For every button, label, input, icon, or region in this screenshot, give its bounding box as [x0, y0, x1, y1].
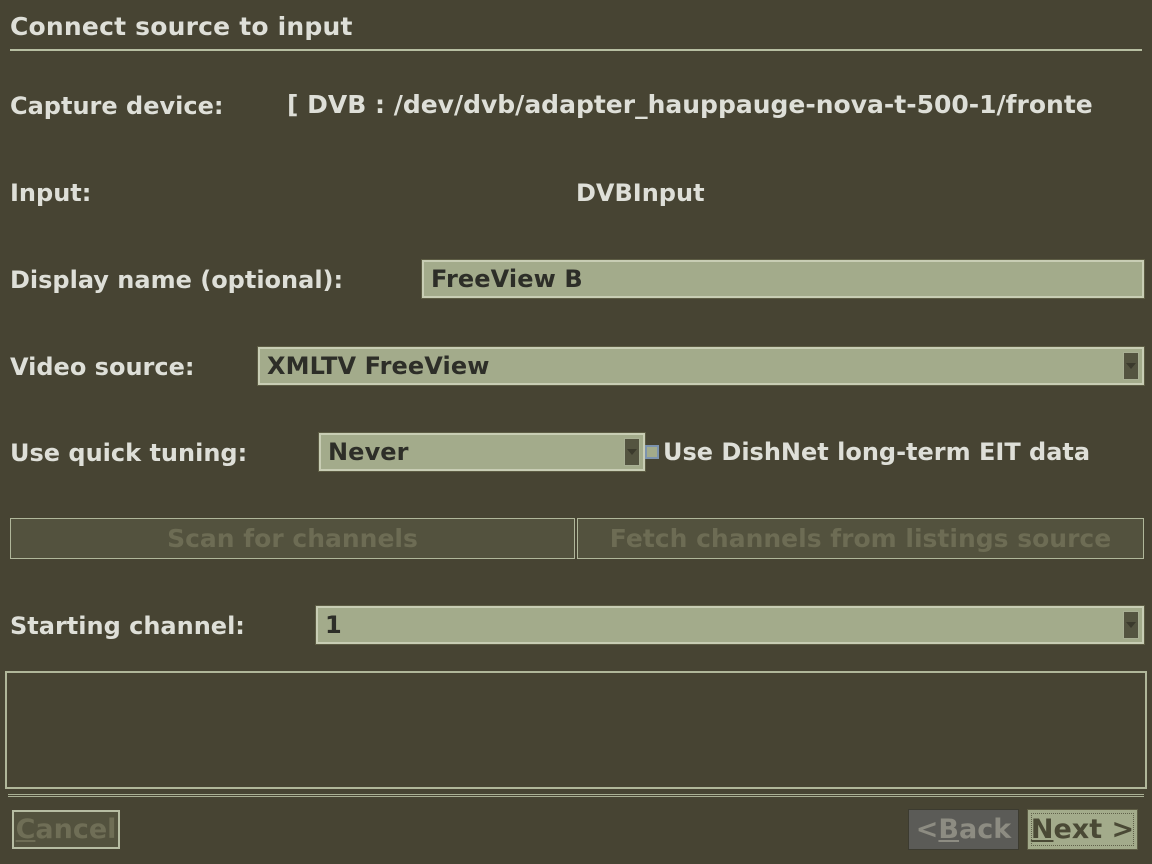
video-source-row: Video source: XMLTV FreeView	[0, 346, 1152, 389]
quick-tuning-dropdown-button[interactable]	[624, 438, 640, 466]
quick-tuning-combobox[interactable]: Never	[318, 432, 646, 472]
display-name-label: Display name (optional):	[10, 266, 344, 294]
cancel-button-mnemonic: C	[15, 814, 36, 845]
back-button-mnemonic: B	[938, 814, 960, 845]
cancel-button[interactable]: Cancel	[12, 810, 120, 849]
starting-channel-row: Starting channel: 1	[0, 605, 1152, 648]
help-description-panel	[5, 671, 1147, 789]
back-button-label: ack	[959, 814, 1012, 845]
input-value: DVBInput	[576, 179, 705, 207]
dishnet-eit-label: Use DishNet long-term EIT data	[663, 438, 1091, 466]
starting-channel-value: 1	[325, 611, 342, 639]
video-source-label: Video source:	[10, 353, 195, 381]
next-button[interactable]: Next >	[1027, 809, 1138, 850]
capture-device-value: [ DVB : /dev/dvb/adapter_hauppauge-nova-…	[287, 90, 1093, 119]
dialog-title-bar: Connect source to input	[0, 0, 1152, 54]
scan-for-channels-label: Scan for channels	[167, 524, 418, 553]
display-name-input-value: FreeView B	[431, 265, 583, 293]
title-separator	[10, 49, 1142, 51]
input-label: Input:	[10, 179, 92, 207]
capture-device-row: Capture device: [ DVB : /dev/dvb/adapter…	[0, 88, 1152, 128]
next-button-mnemonic: N	[1030, 814, 1054, 845]
starting-channel-label: Starting channel:	[10, 612, 245, 640]
video-source-dropdown-button[interactable]	[1123, 352, 1139, 380]
chevron-down-icon	[1126, 363, 1136, 369]
starting-channel-dropdown-button[interactable]	[1123, 611, 1139, 639]
chevron-down-icon	[627, 449, 637, 455]
scan-for-channels-button[interactable]: Scan for channels	[10, 518, 575, 559]
back-button-prefix: <	[915, 814, 939, 845]
back-button[interactable]: < Back	[908, 809, 1019, 850]
cancel-button-label: ancel	[35, 814, 117, 845]
starting-channel-combobox[interactable]: 1	[315, 605, 1145, 645]
display-name-input[interactable]: FreeView B	[421, 259, 1145, 299]
page-title: Connect source to input	[10, 12, 353, 41]
display-name-row: Display name (optional): FreeView B	[0, 259, 1152, 302]
input-row: Input: DVBInput	[0, 176, 1152, 216]
quick-tuning-row: Use quick tuning: Never Use DishNet long…	[0, 432, 1152, 475]
next-button-label: ext >	[1053, 814, 1135, 845]
dishnet-eit-checkbox-row[interactable]: Use DishNet long-term EIT data	[645, 437, 1090, 467]
video-source-selected-value: XMLTV FreeView	[267, 352, 490, 380]
capture-device-label: Capture device:	[10, 92, 224, 120]
quick-tuning-selected-value: Never	[328, 438, 409, 466]
quick-tuning-label: Use quick tuning:	[10, 439, 248, 467]
video-source-combobox[interactable]: XMLTV FreeView	[257, 346, 1145, 386]
dishnet-eit-checkbox[interactable]	[645, 445, 659, 459]
footer-separator	[8, 794, 1144, 797]
chevron-down-icon	[1126, 622, 1136, 628]
fetch-channels-button[interactable]: Fetch channels from listings source	[577, 518, 1144, 559]
fetch-channels-label: Fetch channels from listings source	[609, 524, 1112, 553]
